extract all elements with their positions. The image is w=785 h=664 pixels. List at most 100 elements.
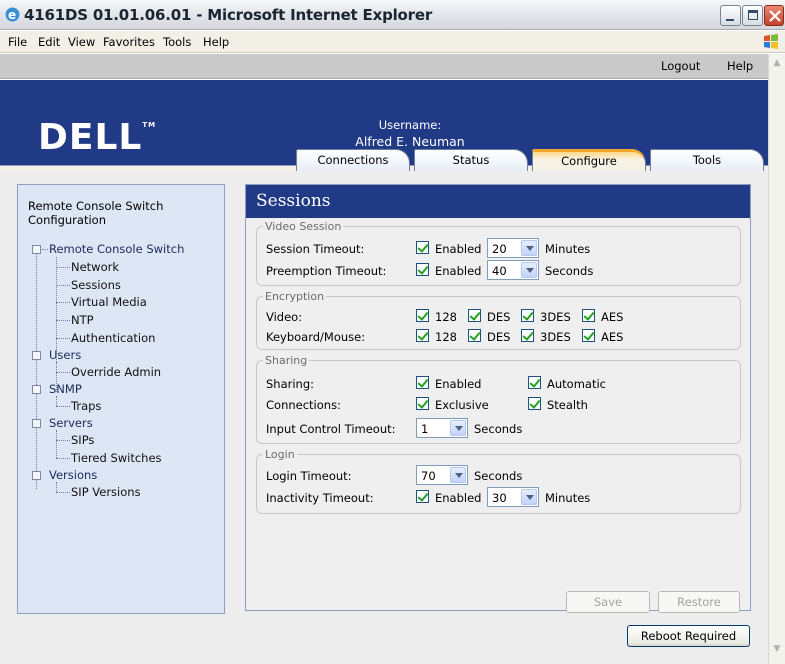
tree-connector-h <box>42 249 48 250</box>
tree-connector-h <box>56 406 70 407</box>
login-timeout-value: 70 <box>421 469 436 483</box>
close-button[interactable] <box>764 5 784 26</box>
tree-connector <box>56 482 57 492</box>
tree-item-snmp[interactable]: SNMP <box>49 382 82 396</box>
tree-connector-h <box>56 267 70 268</box>
tree-expander-remote-console-switch[interactable] <box>32 245 41 254</box>
connections-exclusive-checkbox[interactable] <box>416 397 429 410</box>
tab-connections[interactable]: Connections <box>296 149 410 171</box>
tree-item-ntp[interactable]: NTP <box>71 313 94 327</box>
video-des-label: DES <box>487 310 511 324</box>
preemption-timeout-enabled-checkbox[interactable] <box>416 263 429 276</box>
tree-connector <box>56 430 57 458</box>
inactivity-timeout-enabled-checkbox[interactable] <box>416 490 429 503</box>
menu-view[interactable]: View <box>68 35 95 49</box>
tree-connector <box>56 396 57 406</box>
sessions-body: Video Session Session Timeout: Enabled 2… <box>246 218 750 613</box>
connections-exclusive-label: Exclusive <box>435 398 489 412</box>
maximize-button[interactable] <box>742 5 763 26</box>
preemption-timeout-select[interactable]: 40 <box>487 260 539 280</box>
browser-content: Logout Help DELLTM Username: Alfred E. N… <box>0 54 768 664</box>
kbm-128-label: 128 <box>435 330 457 344</box>
tree-expander-snmp[interactable] <box>32 385 41 394</box>
sharing-label: Sharing: <box>266 377 315 391</box>
menu-favorites[interactable]: Favorites <box>103 35 155 49</box>
chevron-down-icon <box>521 262 537 278</box>
tab-configure[interactable]: Configure <box>532 149 646 171</box>
chevron-down-icon <box>450 467 466 483</box>
windows-logo-icon <box>764 34 778 49</box>
video-aes-checkbox[interactable] <box>582 309 595 322</box>
save-button[interactable]: Save <box>566 591 650 613</box>
tree-connector-h <box>56 338 70 339</box>
input-control-timeout-select[interactable]: 1 <box>416 418 468 438</box>
preemption-timeout-label: Preemption Timeout: <box>266 264 387 278</box>
login-legend: Login <box>265 448 295 461</box>
vertical-scrollbar[interactable]: ▲ ▼ <box>768 54 785 664</box>
tree-item-tiered-switches[interactable]: Tiered Switches <box>71 451 162 465</box>
tree-expander-users[interactable] <box>32 351 41 360</box>
window-title: 4161DS 01.01.06.01 - Microsoft Internet … <box>24 6 433 24</box>
tree-item-users[interactable]: Users <box>49 348 81 362</box>
kbm-des-checkbox[interactable] <box>468 329 481 342</box>
encryption-video-label: Video: <box>266 310 303 324</box>
video-128-checkbox[interactable] <box>416 309 429 322</box>
tree-item-authentication[interactable]: Authentication <box>71 331 155 345</box>
preemption-timeout-value: 40 <box>492 264 507 278</box>
inactivity-timeout-unit: Minutes <box>545 491 591 505</box>
logout-link[interactable]: Logout <box>661 59 700 73</box>
session-timeout-enabled-checkbox[interactable] <box>416 241 429 254</box>
tree-item-sip-versions[interactable]: SIP Versions <box>71 485 141 499</box>
kbm-aes-checkbox[interactable] <box>582 329 595 342</box>
help-link[interactable]: Help <box>727 59 753 73</box>
menu-help[interactable]: Help <box>203 35 229 49</box>
dell-logo-text: DELL <box>38 117 143 158</box>
tree-item-network[interactable]: Network <box>71 260 119 274</box>
tree-connector-h <box>56 285 70 286</box>
tree-item-versions[interactable]: Versions <box>49 468 97 482</box>
tab-status[interactable]: Status <box>414 149 528 171</box>
preemption-timeout-enabled-label: Enabled <box>435 264 482 278</box>
tree-connector <box>36 249 37 489</box>
session-timeout-unit: Minutes <box>545 242 591 256</box>
username-label: Username: <box>378 118 442 132</box>
reboot-required-button[interactable]: Reboot Required <box>627 625 750 647</box>
input-control-timeout-unit: Seconds <box>474 422 523 436</box>
tree-item-servers[interactable]: Servers <box>49 416 93 430</box>
menu-file[interactable]: File <box>8 35 27 49</box>
inactivity-timeout-select[interactable]: 30 <box>487 487 539 507</box>
kbm-des-label: DES <box>487 330 511 344</box>
tree-connector-h <box>56 440 70 441</box>
scroll-down-icon[interactable]: ▼ <box>770 644 784 658</box>
video-3des-checkbox[interactable] <box>521 309 534 322</box>
top-link-strip: Logout Help <box>0 54 768 79</box>
scroll-up-icon[interactable]: ▲ <box>770 58 784 72</box>
sharing-automatic-checkbox[interactable] <box>528 376 541 389</box>
encryption-legend: Encryption <box>265 290 325 303</box>
tree-item-sips[interactable]: SIPs <box>71 433 94 447</box>
minimize-button[interactable] <box>720 5 741 26</box>
restore-button[interactable]: Restore <box>658 591 740 613</box>
session-timeout-enabled-label: Enabled <box>435 242 482 256</box>
tree-item-remote-console-switch[interactable]: Remote Console Switch <box>49 242 184 256</box>
login-timeout-select[interactable]: 70 <box>416 465 468 485</box>
connections-label: Connections: <box>266 398 341 412</box>
session-timeout-select[interactable]: 20 <box>487 238 539 258</box>
sharing-enabled-checkbox[interactable] <box>416 376 429 389</box>
tree-item-virtual-media[interactable]: Virtual Media <box>71 295 147 309</box>
tab-tools[interactable]: Tools <box>650 149 764 171</box>
tree-connector-h <box>56 302 70 303</box>
login-timeout-label: Login Timeout: <box>266 469 352 483</box>
menu-edit[interactable]: Edit <box>38 35 60 49</box>
tree-item-override-admin[interactable]: Override Admin <box>71 365 161 379</box>
kbm-128-checkbox[interactable] <box>416 329 429 342</box>
tree-item-traps[interactable]: Traps <box>71 399 101 413</box>
tree-expander-servers[interactable] <box>32 419 41 428</box>
connections-stealth-checkbox[interactable] <box>528 397 541 410</box>
tree-expander-versions[interactable] <box>32 471 41 480</box>
kbm-3des-checkbox[interactable] <box>521 329 534 342</box>
video-session-legend: Video Session <box>265 220 342 233</box>
video-des-checkbox[interactable] <box>468 309 481 322</box>
tree-item-sessions[interactable]: Sessions <box>71 278 121 292</box>
menu-tools[interactable]: Tools <box>163 35 191 49</box>
